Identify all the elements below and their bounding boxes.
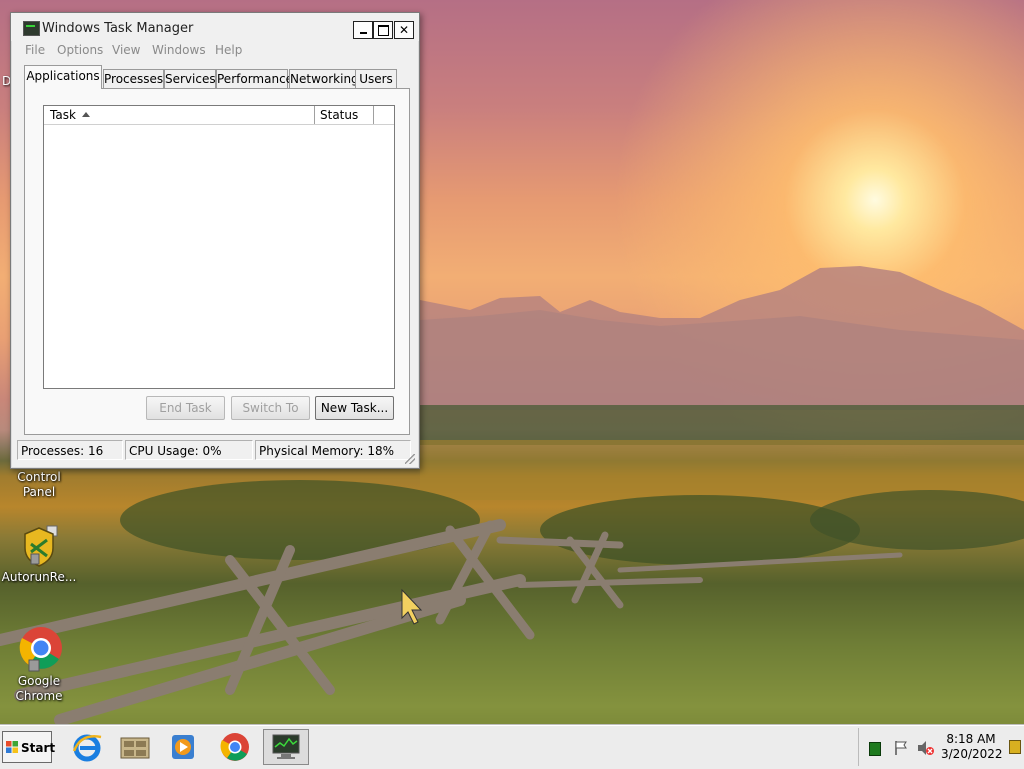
task-manager-window: Windows Task Manager ✕ File Options View…: [10, 12, 420, 469]
media-player-icon[interactable]: [167, 731, 199, 763]
desktop-icon-control-panel[interactable]: Control Panel: [0, 470, 78, 500]
switch-to-button[interactable]: Switch To: [231, 396, 310, 420]
taskbar: Start 8:18 AM 3/20/2022: [0, 725, 1024, 769]
tab-applications[interactable]: Applications: [24, 65, 102, 89]
maximize-icon: [377, 25, 389, 36]
tab-users[interactable]: Users: [355, 69, 397, 88]
task-list[interactable]: Task Status: [43, 105, 395, 389]
desktop-icon-label: Google Chrome: [15, 674, 63, 703]
file-cabinet-icon[interactable]: [119, 731, 151, 763]
windows-flag-icon: [6, 741, 18, 753]
menu-help[interactable]: Help: [215, 43, 242, 57]
column-task-label: Task: [50, 108, 76, 122]
minimize-icon: [359, 32, 367, 34]
desktop-icon-autoruns[interactable]: AutorunRe...: [0, 522, 78, 585]
column-header-status[interactable]: Status: [315, 106, 374, 124]
tab-performance[interactable]: Performance: [216, 69, 293, 88]
title-bar[interactable]: Windows Task Manager ✕: [11, 13, 419, 41]
chrome-icon[interactable]: [219, 731, 251, 763]
menu-options[interactable]: Options: [57, 43, 103, 57]
task-list-header: Task Status: [44, 106, 394, 125]
new-task-button[interactable]: New Task...: [315, 396, 394, 420]
task-manager-icon: [23, 21, 40, 36]
menu-file[interactable]: File: [25, 43, 45, 57]
start-label: Start: [21, 741, 56, 755]
tab-processes[interactable]: Processes: [103, 69, 164, 88]
desktop-icon-chrome[interactable]: Google Chrome: [0, 626, 78, 704]
task-manager-taskbar-button[interactable]: [263, 729, 309, 765]
sort-ascending-icon: [82, 112, 90, 117]
tab-services[interactable]: Services: [164, 69, 216, 88]
internet-explorer-icon[interactable]: [71, 731, 103, 763]
status-physical-memory: Physical Memory: 18%: [255, 440, 411, 460]
window-title: Windows Task Manager: [42, 21, 194, 36]
tab-networking[interactable]: Networking: [289, 69, 359, 88]
start-button[interactable]: Start: [2, 731, 56, 763]
end-task-button[interactable]: End Task: [146, 396, 225, 420]
maximize-button[interactable]: [373, 21, 393, 39]
menu-windows[interactable]: Windows: [152, 43, 206, 57]
chrome-icon: [19, 627, 62, 672]
column-status-label: Status: [320, 108, 359, 122]
status-bar: Processes: 16 CPU Usage: 0% Physical Mem…: [17, 440, 413, 462]
show-desktop-icon[interactable]: [1009, 740, 1021, 754]
desktop-icon-label: AutorunRe...: [1, 570, 77, 584]
flag-icon[interactable]: [893, 740, 909, 756]
desktop-icon-label: Control Panel: [17, 470, 61, 499]
task-manager-icon: [272, 734, 300, 759]
column-header-task[interactable]: Task: [44, 106, 315, 124]
system-tray: 8:18 AM 3/20/2022: [858, 728, 1023, 766]
applications-panel: Task Status End Task Switch To New Task.…: [24, 88, 410, 435]
volume-muted-icon[interactable]: [917, 740, 935, 756]
resize-grip[interactable]: [405, 454, 415, 464]
menu-view[interactable]: View: [112, 43, 140, 57]
close-button[interactable]: ✕: [394, 21, 414, 39]
clock-date: 3/20/2022: [941, 747, 1003, 761]
status-cpu-usage: CPU Usage: 0%: [125, 440, 253, 460]
autoruns-shield-icon: [24, 525, 58, 567]
column-header-filler: [374, 106, 393, 124]
minimize-button[interactable]: [353, 21, 373, 39]
clock[interactable]: 8:18 AM 3/20/2022: [941, 732, 1003, 762]
network-icon[interactable]: [869, 742, 881, 756]
clock-time: 8:18 AM: [946, 732, 996, 746]
status-processes: Processes: 16: [17, 440, 123, 460]
